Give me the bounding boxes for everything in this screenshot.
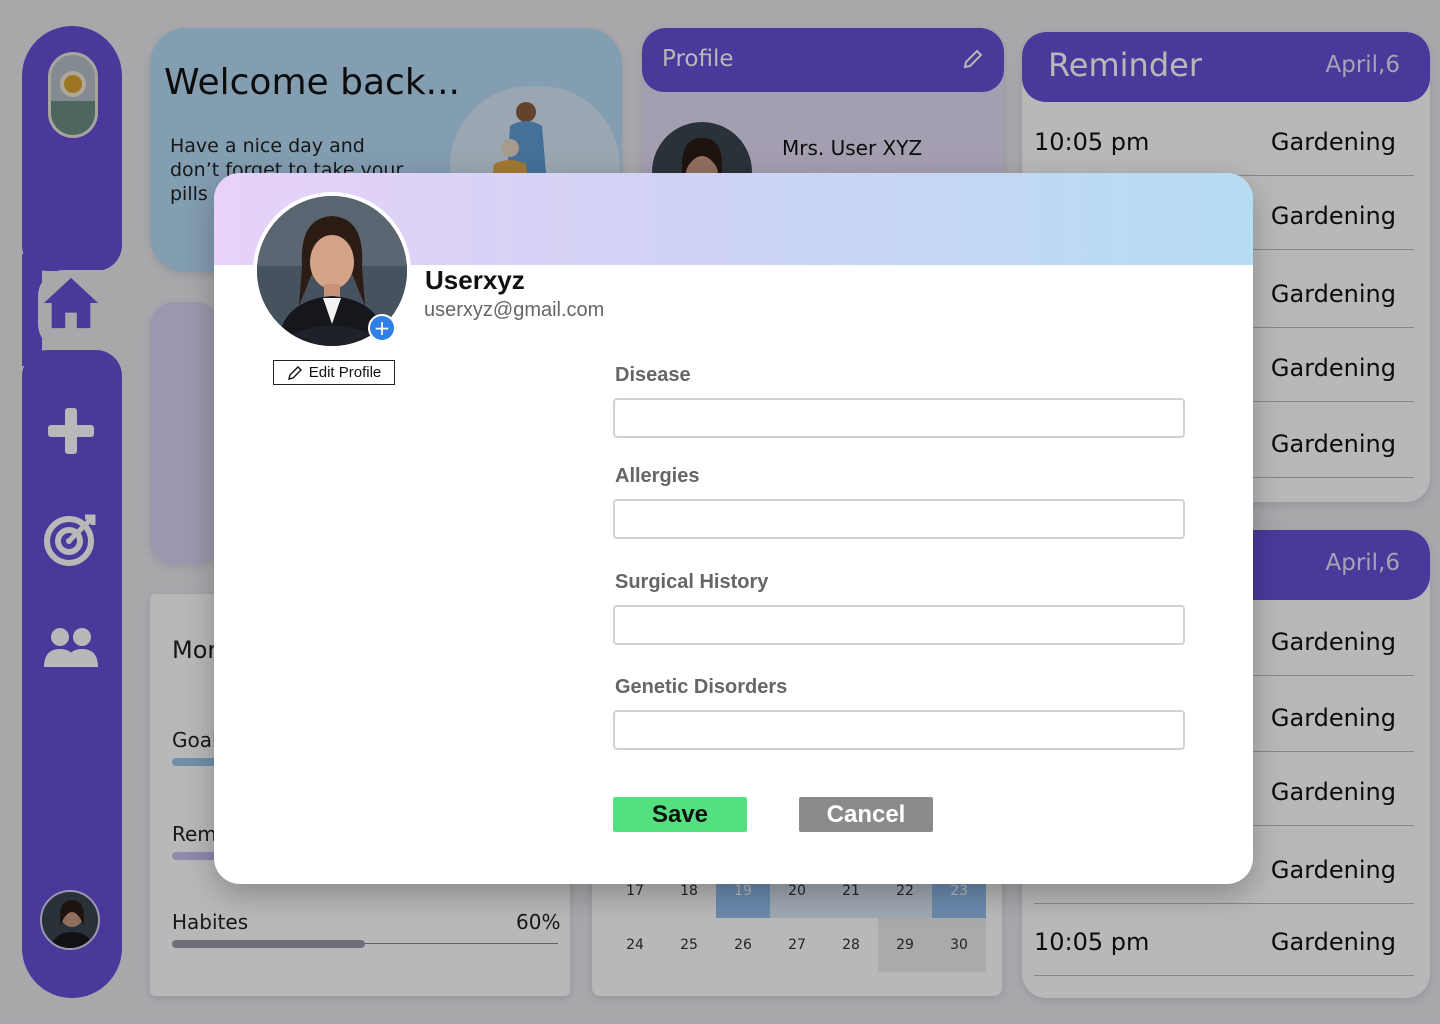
- profile-username: Userxyz: [425, 265, 525, 295]
- disease-field[interactable]: [613, 398, 1185, 438]
- add-photo-button[interactable]: +: [368, 314, 396, 342]
- surgical-history-field[interactable]: [613, 605, 1185, 645]
- allergies-field[interactable]: [613, 499, 1185, 539]
- disease-label: Disease: [615, 364, 691, 386]
- cancel-button[interactable]: Cancel: [799, 797, 933, 832]
- plus-icon: +: [373, 316, 391, 340]
- edit-profile-modal: + Edit Profile Userxyz userxyz@gmail.com…: [214, 173, 1253, 884]
- edit-profile-label: Edit Profile: [308, 364, 382, 381]
- edit-profile-button[interactable]: Edit Profile: [273, 360, 395, 385]
- surgical-history-label: Surgical History: [615, 571, 769, 593]
- save-button[interactable]: Save: [613, 797, 747, 832]
- allergies-label: Allergies: [615, 465, 700, 487]
- profile-email: userxyz@gmail.com: [424, 299, 605, 321]
- genetic-disorders-label: Genetic Disorders: [615, 676, 788, 698]
- pencil-icon: [287, 365, 302, 380]
- genetic-disorders-field[interactable]: [613, 710, 1185, 750]
